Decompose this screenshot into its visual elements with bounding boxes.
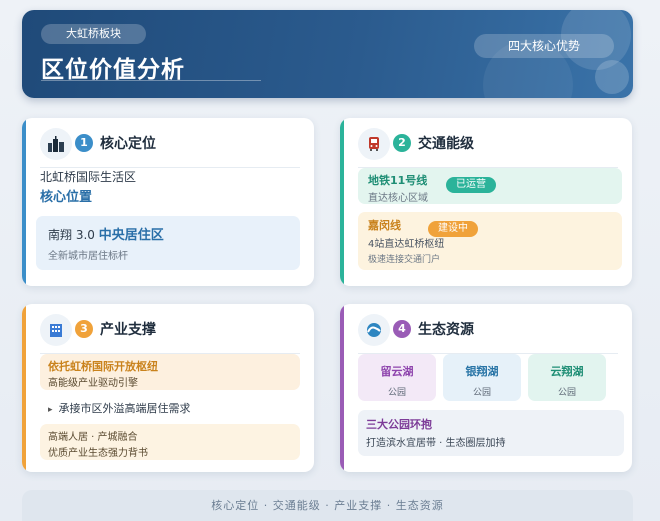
card-number-badge: 1 [75,134,93,152]
location-text: 北虹桥国际生活区 [40,170,137,184]
footer-summary: 核心定位 · 交通能级 · 产业支撑 · 生态资源 [22,490,633,521]
card-title: 生态资源 [418,322,474,338]
decor-bubble [595,60,629,94]
panel-subtitle: 全新城市居住标杆 [48,251,128,262]
panel-subtitle: 高能级产业驱动引擎 [48,378,138,389]
card-core-position: 1 核心定位 北虹桥国际生活区 核心位置 南翔 3.0 中央居住区 全新城市居住… [22,118,314,286]
card-number-badge: 4 [393,320,411,338]
lake-type: 公园 [387,388,406,398]
header-banner: 大虹桥板块 区位价值分析 四大核心优势 [22,10,633,98]
lake-name: 云翔湖 [550,365,584,378]
wave-icon [358,314,390,346]
integration-panel: 高端人居 · 产城融合 优质产业生态强力背书 [40,424,300,460]
panel-title: 南翔 3.0 中央居住区 [48,228,164,243]
card-number-badge: 3 [75,320,93,338]
lake-type: 公园 [557,388,576,398]
jiamin-line-panel: 嘉闵线 建设中 4站直达虹桥枢纽 极速连接交通门户 [358,212,622,270]
card-title: 交通能级 [418,136,474,152]
card-industry: 3 产业支撑 依托虹桥国际开放枢纽 高能级产业驱动引擎 ▸ 承接市区外溢高端居住需… [22,304,314,472]
card-transport: 2 交通能级 地铁11号线 已运营 直达核心区域 嘉闵线 建设中 4站直达虹桥枢… [340,118,632,286]
card-title: 产业支撑 [100,322,156,338]
building-icon [40,314,72,346]
city-icon [40,128,72,160]
title-divider [41,80,261,81]
card-accent-bar [22,304,26,472]
line-note: 极速连接交通门户 [368,255,441,265]
line-description: 直达核心区域 [368,193,428,204]
card-ecology: 4 生态资源 留云湖 公园 银翔湖 公园 云翔湖 公园 三大公园环抱 打造滨水宜… [340,304,632,472]
line-description: 4站直达虹桥枢纽 [368,239,445,250]
region-tag: 大虹桥板块 [41,24,146,44]
lake-card: 留云湖 公园 [358,354,436,401]
panel-subtitle: 打造滨水宜居带 · 生态圈层加持 [366,438,506,449]
lake-card: 银翔湖 公园 [443,354,521,401]
lake-name: 银翔湖 [465,365,499,378]
advantages-tag: 四大核心优势 [474,34,614,58]
card-number-badge: 2 [393,134,411,152]
card-title: 核心定位 [100,136,156,152]
core-position-text: 核心位置 [40,190,93,205]
status-badge: 已运营 [446,172,496,193]
page-title: 区位价值分析 [41,57,185,83]
card-header: 2 交通能级 [358,128,618,168]
highlight-panel: 南翔 3.0 中央居住区 全新城市居住标杆 [36,216,300,270]
metro-line-11-panel: 地铁11号线 已运营 直达核心区域 [358,168,622,204]
panel-line: 高端人居 · 产城融合 [48,432,138,443]
line-name: 嘉闵线 [368,219,401,232]
panel-line: 优质产业生态强力背书 [48,448,148,459]
card-header: 1 核心定位 [40,128,300,168]
lake-card: 云翔湖 公园 [528,354,606,401]
card-header: 3 产业支撑 [40,314,300,354]
status-badge: 建设中 [428,216,478,237]
card-header: 4 生态资源 [358,314,618,354]
metro-icon [358,128,390,160]
card-accent-bar [340,118,344,286]
parks-panel: 三大公园环抱 打造滨水宜居带 · 生态圈层加持 [358,410,624,456]
hub-panel: 依托虹桥国际开放枢纽 高能级产业驱动引擎 [40,354,300,390]
panel-title: 三大公园环抱 [366,418,432,431]
lake-type: 公园 [472,388,491,398]
card-accent-bar [340,304,344,472]
lake-name: 留云湖 [380,365,414,378]
panel-title: 依托虹桥国际开放枢纽 [48,360,158,373]
bullet-icon: ▸ [48,405,53,415]
line-name: 地铁11号线 [368,174,428,187]
card-accent-bar [22,118,26,286]
demand-text: ▸ 承接市区外溢高端居住需求 [48,402,191,415]
